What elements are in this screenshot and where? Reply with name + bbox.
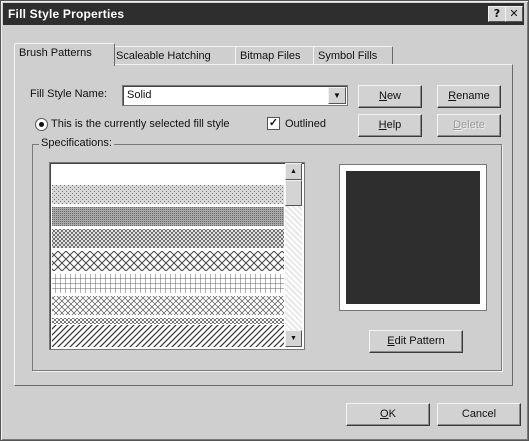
tab-symbol-fills[interactable]: Symbol Fills [313, 46, 393, 65]
pattern-crosshatch[interactable] [52, 229, 284, 248]
new-mnemonic: N [378, 90, 387, 102]
help-icon[interactable]: ? [488, 6, 506, 22]
pattern-list[interactable] [49, 162, 305, 350]
delete-mnemonic: D [453, 119, 462, 131]
rename-label: ename [456, 90, 490, 102]
fill-style-name-dropdown[interactable]: Solid ▼ [122, 85, 348, 106]
scroll-down-icon[interactable]: ▼ [285, 330, 302, 347]
ok-label: K [388, 408, 396, 420]
pattern-checker[interactable] [52, 318, 284, 324]
tab-bitmap-files[interactable]: Bitmap Files [235, 46, 317, 65]
tab-label: Bitmap Files [240, 50, 301, 62]
outlined-checkbox[interactable]: ✓ [267, 117, 280, 130]
radio-selected-dot [39, 122, 44, 127]
help-label: elp [386, 119, 402, 131]
pattern-dotted[interactable] [52, 185, 284, 204]
tab-scaleable-hatching[interactable]: Scaleable Hatching [111, 46, 239, 65]
help-mnemonic: H [378, 119, 387, 131]
tab-label: Symbol Fills [318, 50, 378, 62]
pattern-solid[interactable] [52, 165, 284, 183]
ok-mnemonic: O [380, 408, 389, 420]
ok-button[interactable]: OK [346, 403, 430, 426]
chevron-down-icon[interactable]: ▼ [328, 87, 346, 104]
window-title: Fill Style Properties [8, 7, 125, 21]
new-label: ew [386, 90, 401, 102]
pattern-swatches [52, 165, 284, 347]
pattern-diagonal[interactable] [52, 325, 284, 347]
delete-label: elete [461, 119, 485, 131]
cancel-button[interactable]: Cancel [437, 403, 521, 426]
edit-pattern-label: dit Pattern [394, 335, 445, 347]
fill-style-name-label: Fill Style Name: [30, 88, 108, 100]
delete-button[interactable]: Delete [437, 114, 501, 137]
title-bar[interactable]: Fill Style Properties ? ✕ [3, 3, 524, 25]
fill-style-name-value: Solid [127, 89, 152, 101]
pattern-preview [339, 164, 487, 311]
pattern-list-scrollbar[interactable]: ▲ ▼ [285, 163, 302, 347]
tab-brush-patterns[interactable]: Brush Patterns [14, 43, 115, 66]
scroll-up-icon[interactable]: ▲ [285, 163, 302, 180]
currently-selected-label: This is the currently selected fill styl… [51, 118, 230, 130]
edit-pattern-mnemonic: E [387, 335, 395, 347]
rename-button[interactable]: Rename [437, 85, 501, 108]
help-button[interactable]: Help [358, 114, 422, 137]
pattern-diamond[interactable] [52, 251, 284, 271]
preview-fill-swatch [346, 171, 480, 304]
rename-mnemonic: R [448, 90, 457, 102]
close-icon[interactable]: ✕ [505, 6, 523, 22]
currently-selected-radio[interactable] [35, 118, 48, 131]
new-button[interactable]: New [358, 85, 422, 108]
pattern-grid[interactable] [52, 274, 284, 293]
edit-pattern-button[interactable]: Edit Pattern [369, 330, 463, 353]
tab-label: Brush Patterns [19, 47, 92, 59]
pattern-dense[interactable] [52, 207, 284, 226]
pattern-diag-cross[interactable] [52, 296, 284, 315]
fill-style-properties-dialog: Fill Style Properties ? ✕ Brush Patterns… [0, 0, 529, 441]
scroll-thumb[interactable] [285, 180, 302, 206]
outlined-label: Outlined [285, 118, 326, 130]
cancel-label: Cancel [461, 408, 497, 420]
specifications-label: Specifications: [39, 137, 114, 149]
tab-label: Scaleable Hatching [116, 50, 211, 62]
